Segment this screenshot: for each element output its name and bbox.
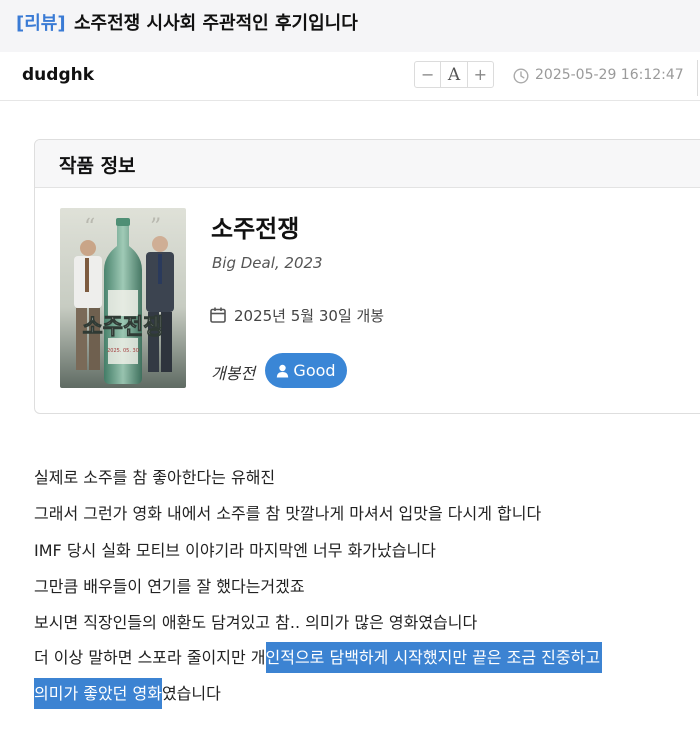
font-reset-button[interactable]: A	[440, 62, 468, 87]
card-header: 작품 정보	[35, 140, 700, 188]
selected-text: 의미가 좋았던 영화	[34, 678, 162, 709]
body-line: 보시면 직장인들의 애환도 담겨있고 참.. 의미가 많은 영화였습니다	[34, 613, 478, 632]
font-increase-button[interactable]: +	[468, 62, 493, 87]
clock-icon	[513, 68, 529, 84]
body-line: 그래서 그런가 영화 내에서 소주를 참 맛깔나게 마셔서 입맛을 다시게 합니…	[34, 504, 542, 523]
body-line: 더 이상 말하면 스포라 줄이지만 개인적으로 담백하게 시작했지만 끝은 조금…	[34, 640, 603, 676]
movie-info-card: 작품 정보 “ ” 2025. 05. 30 소주전쟁 소주전쟁 Big Dea…	[34, 139, 700, 414]
body-text-plain: 였습니다	[161, 684, 221, 703]
calendar-icon	[210, 307, 226, 323]
category-tag: [리뷰]	[16, 13, 66, 34]
post-datetime: 2025-05-29 16:12:47	[535, 67, 684, 83]
rating-badge-label: Good	[293, 361, 336, 380]
body-line: 실제로 소주를 참 좋아한다는 유해진	[34, 468, 276, 487]
card-heading: 작품 정보	[59, 155, 136, 177]
selected-text: 인적으로 담백하게 시작했지만 끝은 조금 진중하고	[265, 642, 603, 673]
release-date: 2025년 5월 30일 개봉	[234, 307, 385, 325]
english-title: Big Deal, 2023	[212, 254, 323, 272]
pre-release-label: 개봉전	[211, 364, 256, 383]
font-decrease-button[interactable]: −	[415, 62, 440, 87]
poster-date: 2025. 05. 30	[107, 348, 139, 354]
author-name[interactable]: dudghk	[22, 65, 94, 85]
body-text-plain: 더 이상 말하면 스포라 줄이지만 개	[34, 648, 266, 667]
rating-badge[interactable]: Good	[265, 353, 347, 388]
movie-poster[interactable]: “ ” 2025. 05. 30 소주전쟁	[60, 208, 186, 388]
user-icon	[277, 364, 289, 377]
poster-title: 소주전쟁	[83, 315, 164, 340]
body-line: IMF 당시 실화 모티브 이야기라 마지막엔 너무 화가났습니다	[34, 541, 436, 560]
svg-text:“: “	[84, 215, 95, 240]
font-size-control: − A +	[414, 61, 494, 88]
body-line: 그만큼 배우들이 연기를 잘 했다는거겠죠	[34, 577, 305, 596]
post-title-bar: [리뷰] 소주전쟁 시사회 주관적인 후기입니다	[0, 0, 700, 52]
body-line: 의미가 좋았던 영화였습니다	[34, 676, 221, 712]
movie-title[interactable]: 소주전쟁	[211, 209, 299, 244]
divider	[697, 60, 698, 96]
post-title: 소주전쟁 시사회 주관적인 후기입니다	[74, 13, 358, 34]
post-meta-row: dudghk − A + 2025-05-29 16:12:47	[0, 52, 700, 101]
